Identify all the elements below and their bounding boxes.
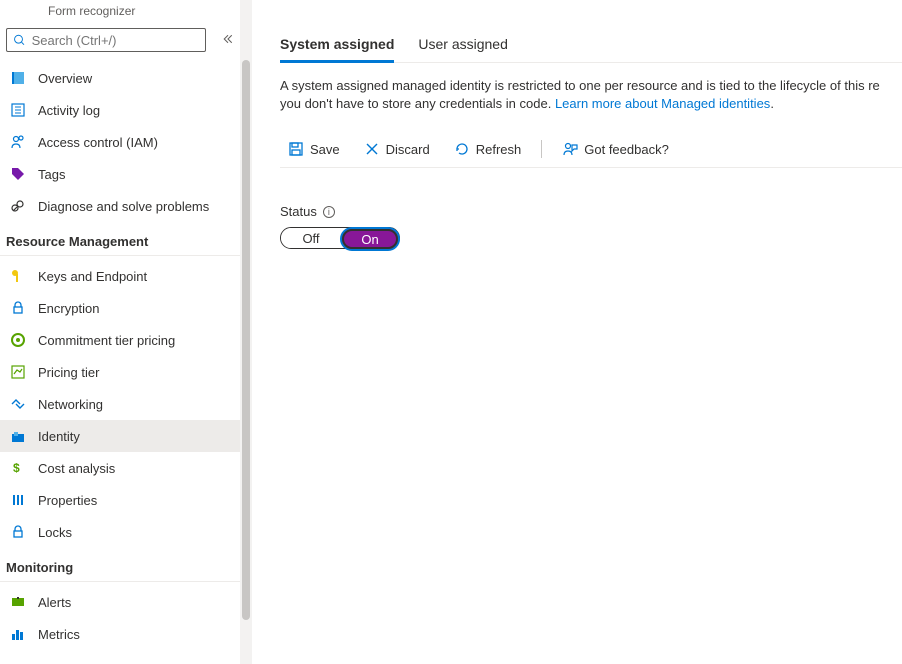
lock-icon — [10, 300, 26, 316]
sidebar-item-label: Alerts — [38, 595, 71, 610]
section-header-monitoring: Monitoring — [0, 548, 240, 582]
scrollbar-thumb[interactable] — [242, 60, 250, 620]
main-content: System assigned User assigned A system a… — [252, 0, 902, 664]
sidebar-item-locks[interactable]: Locks — [0, 516, 240, 548]
access-control-icon — [10, 134, 26, 150]
status-toggle[interactable]: Off On — [280, 227, 400, 249]
toolbar-label: Discard — [386, 142, 430, 157]
toolbar-label: Save — [310, 142, 340, 157]
properties-icon — [10, 492, 26, 508]
collapse-sidebar-button[interactable] — [222, 33, 234, 48]
chevron-left-double-icon — [222, 33, 234, 45]
commitment-icon — [10, 332, 26, 348]
tab-user-assigned[interactable]: User assigned — [418, 30, 508, 63]
key-icon — [10, 268, 26, 284]
sidebar-item-encryption[interactable]: Encryption — [0, 292, 240, 324]
description-text: A system assigned managed identity is re… — [280, 77, 902, 113]
sidebar-item-label: Overview — [38, 71, 92, 86]
diagnose-icon — [10, 198, 26, 214]
sidebar-item-label: Cost analysis — [38, 461, 115, 476]
search-row — [0, 24, 240, 62]
sidebar-item-commitment-tier[interactable]: Commitment tier pricing — [0, 324, 240, 356]
save-button[interactable]: Save — [280, 137, 348, 161]
sidebar-item-activity-log[interactable]: Activity log — [0, 94, 240, 126]
sidebar-item-properties[interactable]: Properties — [0, 484, 240, 516]
toolbar-label: Refresh — [476, 142, 522, 157]
sidebar-item-access-control[interactable]: Access control (IAM) — [0, 126, 240, 158]
activity-log-icon — [10, 102, 26, 118]
sidebar-item-cost-analysis[interactable]: $ Cost analysis — [0, 452, 240, 484]
sidebar: Form recognizer Overview Activity log Ac… — [0, 0, 240, 664]
sidebar-item-label: Identity — [38, 429, 80, 444]
sidebar-item-pricing-tier[interactable]: Pricing tier — [0, 356, 240, 388]
overview-icon — [10, 70, 26, 86]
sidebar-item-label: Commitment tier pricing — [38, 333, 175, 348]
toolbar-separator — [541, 140, 542, 158]
toolbar-label: Got feedback? — [584, 142, 669, 157]
resource-type-label: Form recognizer — [0, 4, 240, 24]
tab-system-assigned[interactable]: System assigned — [280, 30, 394, 63]
tabs: System assigned User assigned — [280, 30, 902, 63]
sidebar-item-label: Tags — [38, 167, 65, 182]
tags-icon — [10, 166, 26, 182]
status-toggle-on[interactable]: On — [340, 227, 400, 251]
refresh-button[interactable]: Refresh — [446, 137, 530, 161]
sidebar-item-label: Encryption — [38, 301, 99, 316]
pricing-icon — [10, 364, 26, 380]
search-icon — [13, 33, 26, 47]
identity-icon — [10, 428, 26, 444]
status-label-row: Status i — [280, 204, 902, 219]
learn-more-link[interactable]: Learn more about Managed identities — [555, 96, 770, 111]
sidebar-item-label: Pricing tier — [38, 365, 99, 380]
sidebar-item-label: Networking — [38, 397, 103, 412]
info-icon[interactable]: i — [323, 206, 335, 218]
sidebar-item-identity[interactable]: Identity — [0, 420, 240, 452]
description-period: . — [770, 96, 774, 111]
discard-icon — [364, 141, 380, 157]
sidebar-item-label: Locks — [38, 525, 72, 540]
sidebar-item-label: Access control (IAM) — [38, 135, 158, 150]
sidebar-item-label: Activity log — [38, 103, 100, 118]
sidebar-item-tags[interactable]: Tags — [0, 158, 240, 190]
feedback-icon — [562, 141, 578, 157]
sidebar-item-label: Metrics — [38, 627, 80, 642]
status-block: Status i Off On — [280, 204, 902, 249]
toolbar: Save Discard Refresh Got feedback? — [280, 131, 902, 168]
alerts-icon — [10, 594, 26, 610]
status-toggle-off[interactable]: Off — [281, 228, 341, 248]
feedback-button[interactable]: Got feedback? — [554, 137, 677, 161]
lock-icon — [10, 524, 26, 540]
metrics-icon — [10, 626, 26, 642]
sidebar-item-overview[interactable]: Overview — [0, 62, 240, 94]
sidebar-item-diagnose[interactable]: Diagnose and solve problems — [0, 190, 240, 222]
discard-button[interactable]: Discard — [356, 137, 438, 161]
sidebar-scrollbar[interactable] — [240, 0, 252, 664]
sidebar-item-label: Keys and Endpoint — [38, 269, 147, 284]
cost-icon: $ — [10, 460, 26, 476]
sidebar-item-networking[interactable]: Networking — [0, 388, 240, 420]
search-input[interactable] — [32, 33, 199, 48]
search-box[interactable] — [6, 28, 206, 52]
save-icon — [288, 141, 304, 157]
sidebar-item-keys-endpoint[interactable]: Keys and Endpoint — [0, 260, 240, 292]
sidebar-item-metrics[interactable]: Metrics — [0, 618, 240, 650]
sidebar-item-label: Diagnose and solve problems — [38, 199, 209, 214]
sidebar-item-alerts[interactable]: Alerts — [0, 586, 240, 618]
sidebar-item-label: Properties — [38, 493, 97, 508]
svg-text:$: $ — [13, 461, 20, 475]
networking-icon — [10, 396, 26, 412]
status-label: Status — [280, 204, 317, 219]
section-header-resource-management: Resource Management — [0, 222, 240, 256]
refresh-icon — [454, 141, 470, 157]
